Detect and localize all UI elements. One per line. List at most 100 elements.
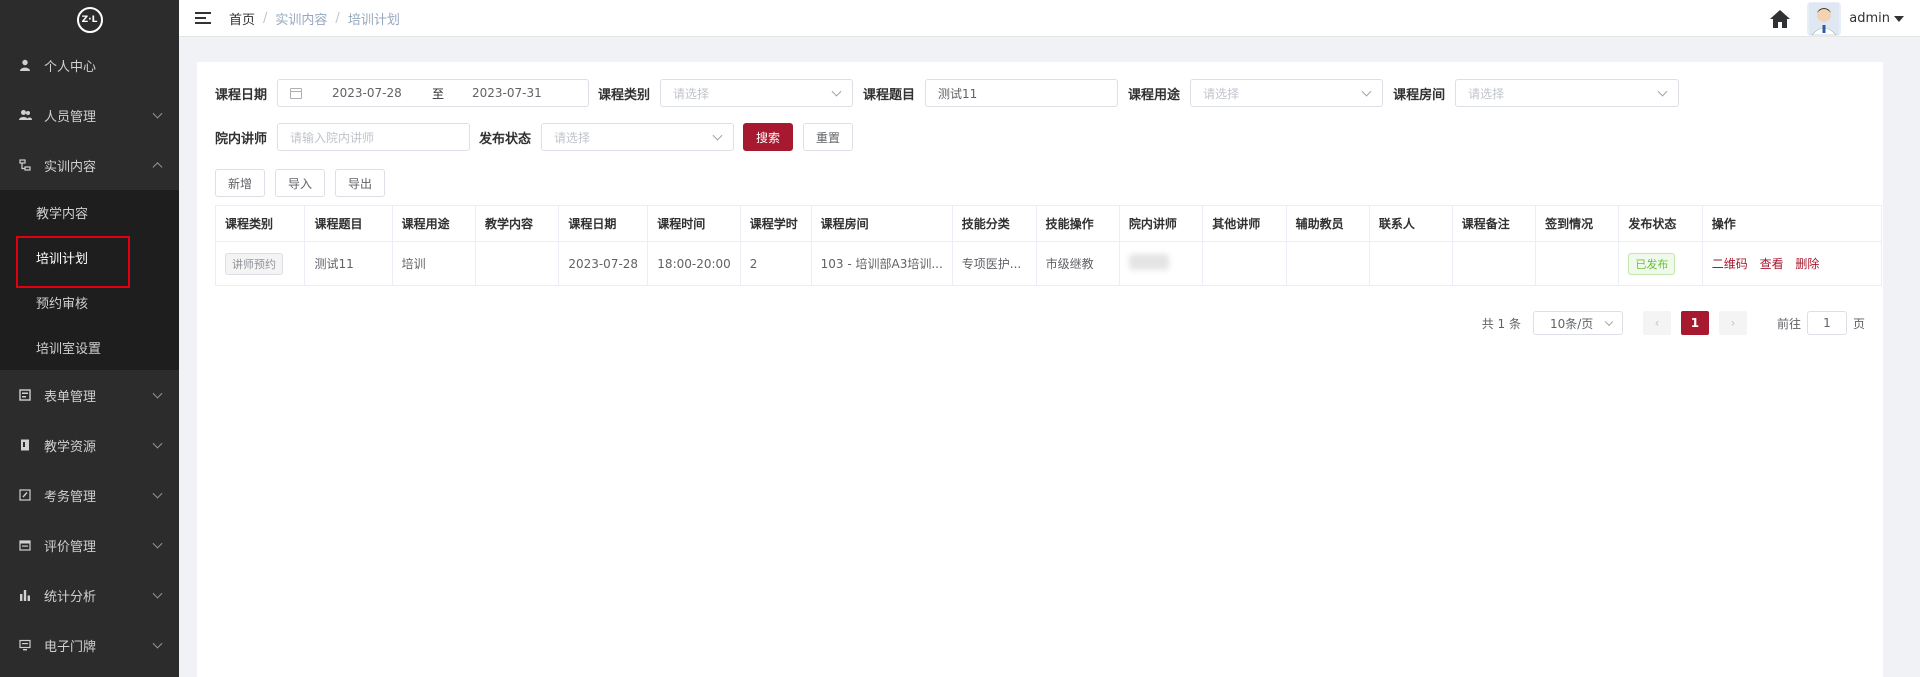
course-category-select[interactable]: 请选择 xyxy=(660,79,854,107)
export-button[interactable]: 导出 xyxy=(335,169,386,197)
lecturer-input[interactable]: 请输入院内讲师 xyxy=(277,123,471,151)
breadcrumb: 首页 / 实训内容 / 培训计划 xyxy=(229,9,400,28)
date-end: 2023-07-31 xyxy=(472,86,542,100)
page-number-button[interactable]: 1 xyxy=(1680,311,1709,335)
tree-icon xyxy=(18,158,32,172)
cell-operations: 二维码 查看 删除 xyxy=(1702,241,1883,286)
caret-down-icon[interactable] xyxy=(1894,15,1904,22)
cell-room: 103 - 培训部A3培训... xyxy=(811,241,953,286)
cell-status: 已发布 xyxy=(1618,241,1703,286)
prev-page-button[interactable]: ‹ xyxy=(1642,311,1671,335)
sidebar-item-label: 评价管理 xyxy=(44,539,97,555)
cell-time: 18:00-20:00 xyxy=(647,241,741,286)
page-size-value: 10条/页 xyxy=(1549,316,1594,331)
cell-signin xyxy=(1535,241,1620,286)
sidebar-item-personnel[interactable]: 人员管理 xyxy=(0,90,179,140)
category-tag: 讲师预约 xyxy=(225,252,283,275)
breadcrumb-home[interactable]: 首页 xyxy=(229,9,255,28)
course-usage-placeholder: 请选择 xyxy=(1203,86,1240,101)
sidebar-item-form-management[interactable]: 表单管理 xyxy=(0,370,179,420)
hamburger-icon[interactable] xyxy=(195,12,211,24)
column-header: 课程房间 xyxy=(811,205,953,242)
header-user-area: admin xyxy=(1769,0,1904,37)
add-button[interactable]: 新增 xyxy=(215,169,266,197)
chevron-down-icon xyxy=(152,588,163,599)
column-header: 课程用途 xyxy=(392,205,476,242)
chevron-down-icon xyxy=(152,638,163,649)
column-header: 课程学时 xyxy=(740,205,812,242)
course-usage-select[interactable]: 请选择 xyxy=(1190,79,1384,107)
filter-row-2: 院内讲师 请输入院内讲师 发布状态 请选择 搜索 重置 xyxy=(215,123,854,151)
chevron-down-icon xyxy=(712,130,723,141)
goto-label: 前往 xyxy=(1776,316,1801,331)
sidebar-item-e-doorplate[interactable]: 电子门牌 xyxy=(0,620,179,670)
chevron-down-icon xyxy=(1657,86,1668,97)
search-button[interactable]: 搜索 xyxy=(743,123,794,151)
date-start: 2023-07-28 xyxy=(332,86,402,100)
sidebar-subitem-training-plan[interactable]: 培训计划 xyxy=(0,235,179,280)
filter-row-1: 课程日期 2023-07-28 至 2023-07-31 课程类别 请选择 课程… xyxy=(215,79,1680,107)
sidebar-item-statistics[interactable]: 统计分析 xyxy=(0,570,179,620)
calendar-icon xyxy=(18,538,32,552)
chevron-down-icon xyxy=(152,488,163,499)
course-room-select[interactable]: 请选择 xyxy=(1455,79,1680,107)
course-category-label: 课程类别 xyxy=(598,87,651,103)
page-size-select[interactable]: 10条/页 xyxy=(1532,311,1623,335)
logo-icon: Z·L xyxy=(76,7,103,33)
column-header: 发布状态 xyxy=(1618,205,1703,242)
cell-date: 2023-07-28 xyxy=(558,241,649,286)
top-header: 首页 / 实训内容 / 培训计划 admin xyxy=(179,0,1920,37)
column-header: 课程备注 xyxy=(1452,205,1537,242)
reset-button[interactable]: 重置 xyxy=(803,123,854,151)
sidebar-item-evaluation[interactable]: 评价管理 xyxy=(0,520,179,570)
sidebar-item-label: 统计分析 xyxy=(44,589,97,605)
user-name[interactable]: admin xyxy=(1849,11,1890,26)
breadcrumb-item: 实训内容 xyxy=(275,12,328,28)
sidebar-item-label: 人员管理 xyxy=(44,109,97,125)
course-title-input[interactable]: 测试11 xyxy=(925,79,1119,107)
sidebar-item-teaching-resources[interactable]: 教学资源 xyxy=(0,420,179,470)
course-room-label: 课程房间 xyxy=(1393,87,1446,103)
sidebar-item-exam-management[interactable]: 考务管理 xyxy=(0,470,179,520)
sidebar-item-label: 电子门牌 xyxy=(44,639,97,655)
sidebar-item-personal-center[interactable]: 个人中心 xyxy=(0,40,179,90)
course-date-label: 课程日期 xyxy=(215,87,268,103)
cell-content xyxy=(475,241,560,286)
course-category-placeholder: 请选择 xyxy=(673,86,710,101)
delete-link[interactable]: 删除 xyxy=(1795,257,1819,271)
sidebar-subitem-room-settings[interactable]: 培训室设置 xyxy=(0,325,179,370)
chevron-down-icon xyxy=(1604,317,1614,327)
cell-usage: 培训 xyxy=(392,241,476,286)
chevron-down-icon xyxy=(152,538,163,549)
submenu-training-content: 教学内容 培训计划 预约审核 培训室设置 xyxy=(0,190,179,370)
import-button[interactable]: 导入 xyxy=(275,169,326,197)
action-buttons: 新增 导入 导出 xyxy=(215,169,386,197)
sidebar-subitem-teaching-content[interactable]: 教学内容 xyxy=(0,190,179,235)
sidebar-item-label: 表单管理 xyxy=(44,389,97,405)
view-link[interactable]: 查看 xyxy=(1760,257,1784,271)
course-title-label: 课程题目 xyxy=(863,87,916,103)
sidebar-item-label: 教学资源 xyxy=(44,439,97,455)
sidebar: Z·L 个人中心 人员管理 实训内容 教学内容 培训计划 预约审核 培训室设置 … xyxy=(0,0,179,677)
table-row: 讲师预约 测试11 培训 2023-07-28 18:00-20:00 2 10… xyxy=(215,241,1883,286)
blurred-lecturer-name xyxy=(1128,254,1169,270)
goto-input[interactable]: 1 xyxy=(1806,311,1847,335)
cell-skill-op: 市级继教 xyxy=(1036,241,1120,286)
column-header: 课程类别 xyxy=(215,205,306,242)
avatar[interactable] xyxy=(1807,1,1842,36)
logo[interactable]: Z·L xyxy=(0,0,179,40)
lecturer-placeholder: 请输入院内讲师 xyxy=(290,130,375,145)
home-icon[interactable] xyxy=(1769,9,1791,29)
sidebar-item-training-content[interactable]: 实训内容 xyxy=(0,140,179,190)
book-icon xyxy=(18,438,32,452)
date-separator: 至 xyxy=(432,86,445,101)
users-icon xyxy=(18,108,32,122)
cell-title: 测试11 xyxy=(304,241,393,286)
qrcode-link[interactable]: 二维码 xyxy=(1712,257,1748,271)
next-page-button[interactable]: › xyxy=(1718,311,1747,335)
chevron-down-icon xyxy=(152,108,163,119)
publish-status-select[interactable]: 请选择 xyxy=(541,123,735,151)
course-date-range[interactable]: 2023-07-28 至 2023-07-31 xyxy=(277,79,590,107)
sidebar-subitem-booking-review[interactable]: 预约审核 xyxy=(0,280,179,325)
column-header: 操作 xyxy=(1702,205,1883,242)
